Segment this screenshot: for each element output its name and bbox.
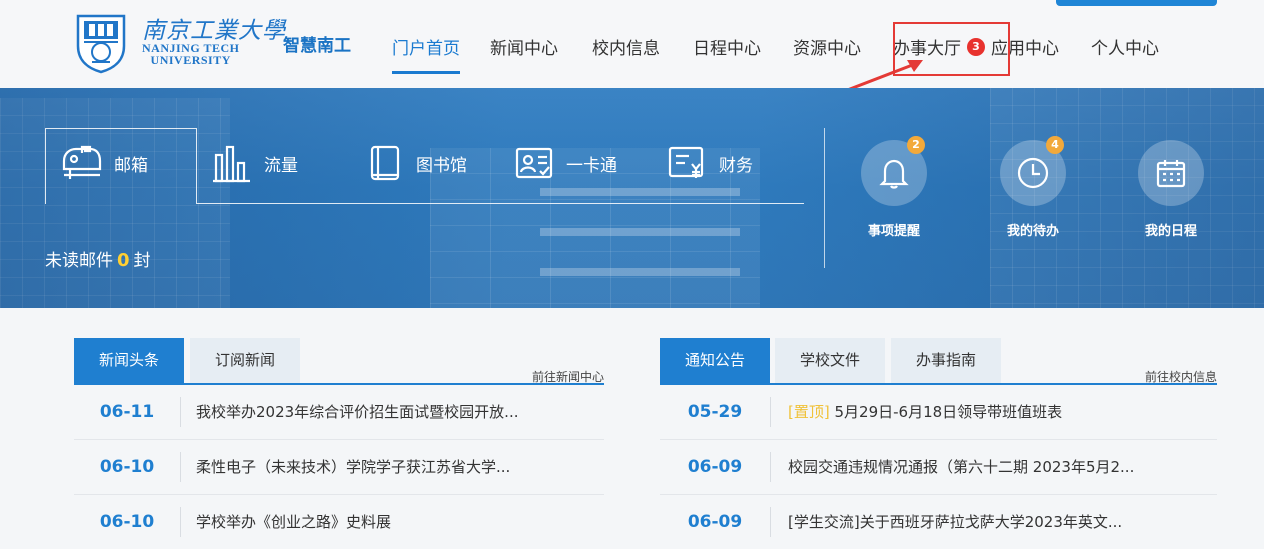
mailbox-icon <box>62 145 102 179</box>
quick-access-finance[interactable]: 财务 <box>667 143 753 183</box>
shortcut-schedule[interactable]: 我的日程 <box>1126 140 1216 239</box>
todo-badge: 4 <box>1046 136 1064 154</box>
hero-banner: 邮箱 流量 图书馆 一卡通 财务 未读邮件 0 封 2 事项提醒 4 我的待办 … <box>0 88 1264 308</box>
news-panel: 新闻头条 订阅新闻 前往新闻中心 06-11 我校举办2023年综合评价招生面试… <box>74 338 604 549</box>
reminder-badge: 2 <box>907 136 925 154</box>
shortcut-reminders[interactable]: 2 事项提醒 <box>849 136 939 239</box>
logo-english-name: NANJING TECH UNIVERSITY <box>142 41 240 67</box>
go-to-news-center-link[interactable]: 前往新闻中心 <box>532 368 604 385</box>
banner-divider <box>824 128 825 268</box>
notice-tabs: 通知公告 学校文件 办事指南 前往校内信息 <box>660 338 1217 385</box>
finance-icon <box>668 146 704 178</box>
top-header: 南京工業大學 NANJING TECH UNIVERSITY 智慧南工 门户首页… <box>0 0 1264 88</box>
list-item[interactable]: 06-10 柔性电子（未来技术）学院学子获江苏省大学... <box>74 440 604 495</box>
notice-panel: 通知公告 学校文件 办事指南 前往校内信息 05-29 [置顶] 5月29日-6… <box>660 338 1217 549</box>
logo-chinese-name: 南京工業大學 <box>142 18 286 44</box>
main-nav: 门户首页 新闻中心 校内信息 日程中心 资源中心 办事大厅 3 应用中心 个人中… <box>380 34 1159 74</box>
nav-campus-info[interactable]: 校内信息 <box>592 34 660 74</box>
quick-access-divider <box>197 203 804 204</box>
unread-count-value: 0 <box>117 250 130 271</box>
calendar-icon <box>1156 160 1186 188</box>
tab-service-guide[interactable]: 办事指南 <box>891 338 1001 383</box>
clock-icon <box>1017 157 1049 189</box>
tab-news-headlines[interactable]: 新闻头条 <box>74 338 184 383</box>
list-item[interactable]: 06-11 我校举办2023年综合评价招生面试暨校园开放... <box>74 385 604 440</box>
pinned-tag: [置顶] <box>788 403 830 421</box>
nav-schedule-center[interactable]: 日程中心 <box>693 34 761 74</box>
tab-subscribed-news[interactable]: 订阅新闻 <box>190 338 300 383</box>
quick-access-mailbox[interactable]: 邮箱 <box>60 143 148 183</box>
portal-brand: 智慧南工 <box>283 36 351 56</box>
quick-access-traffic[interactable]: 流量 <box>210 143 298 183</box>
nav-portal-home[interactable]: 门户首页 <box>392 34 460 74</box>
list-item[interactable]: 06-10 学校举办《创业之路》史料展 <box>74 495 604 549</box>
tab-school-documents[interactable]: 学校文件 <box>775 338 885 383</box>
nav-news-center[interactable]: 新闻中心 <box>490 34 558 74</box>
list-item[interactable]: 05-29 [置顶] 5月29日-6月18日领导带班值班表 <box>660 385 1217 440</box>
university-emblem-icon <box>76 14 126 74</box>
quick-access-library[interactable]: 图书馆 <box>368 143 467 183</box>
shortcut-todo[interactable]: 4 我的待办 <box>988 136 1078 239</box>
book-icon <box>370 145 400 181</box>
bell-icon <box>879 159 909 189</box>
top-login-strip[interactable] <box>1056 0 1217 6</box>
news-tabs: 新闻头条 订阅新闻 前往新闻中心 <box>74 338 604 385</box>
tab-notices[interactable]: 通知公告 <box>660 338 770 383</box>
go-to-campus-info-link[interactable]: 前往校内信息 <box>1145 368 1217 385</box>
nav-personal-center[interactable]: 个人中心 <box>1091 34 1159 74</box>
id-card-icon <box>515 147 553 179</box>
unread-mail-count: 未读邮件 0 封 <box>45 250 151 271</box>
list-item[interactable]: 06-09 [学生交流]关于西班牙萨拉戈萨大学2023年英文... <box>660 495 1217 549</box>
bar-chart-icon <box>213 145 250 183</box>
quick-access-campus-card[interactable]: 一卡通 <box>514 143 617 183</box>
list-item[interactable]: 06-09 校园交通违规情况通报（第六十二期 2023年5月2... <box>660 440 1217 495</box>
